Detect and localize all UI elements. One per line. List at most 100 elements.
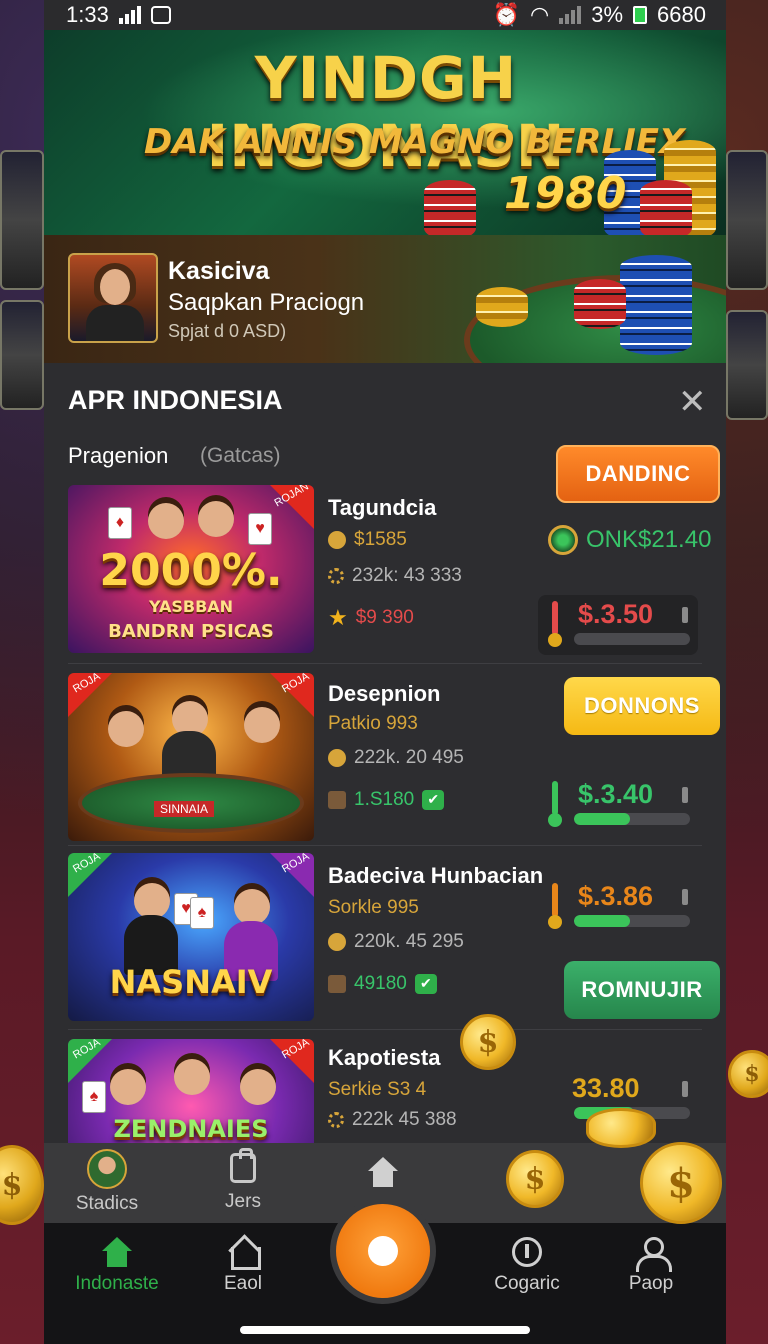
notification-icon	[150, 6, 171, 24]
promo-avatar	[68, 253, 158, 343]
thumb-big-text: NASNAIV	[109, 963, 273, 1001]
game-thumbnail[interactable]: ROJA ROJA SINNAIA	[68, 673, 314, 841]
nav-label: Paop	[628, 1273, 674, 1294]
game-line-3: 1.S180 ✔	[328, 789, 445, 811]
thermometer-icon	[552, 883, 558, 917]
person-figure	[234, 889, 270, 925]
meter-value: 33.80	[572, 1073, 640, 1103]
game-title[interactable]: Desepnion	[328, 681, 440, 707]
hand-icon	[328, 975, 346, 993]
game-thumbnail[interactable]: ROJAN ♦ ♥ 2000%. YASBBAN BANDRN PSICAS	[68, 485, 314, 653]
thumb-mid-text: YASBBAN	[148, 597, 234, 616]
nav-item-eaol[interactable]: Eaol	[188, 1237, 298, 1295]
nav-item-indonaste[interactable]: Indonaste	[62, 1237, 172, 1295]
star-icon: ★	[328, 605, 348, 630]
nav-label: Stadics	[75, 1193, 139, 1214]
coin-icon: $	[506, 1150, 564, 1208]
game-thumbnail[interactable]: ROJA ROJA ♥ ♠ NASNAIV	[68, 853, 314, 1021]
promo-subtitle: Saqpkan Praciogn	[168, 289, 365, 316]
nav-label: Eaol	[223, 1273, 263, 1294]
person-figure	[240, 1069, 276, 1105]
game-line-2: 222k 45 388	[328, 1109, 457, 1131]
game-title[interactable]: Kapotiesta	[328, 1045, 440, 1071]
coin-icon: $	[460, 1014, 516, 1070]
games-panel: APR INDONESIA ✕ Pragenion (Gatcas) ROJAN…	[44, 363, 726, 1143]
nav-item-paop[interactable]: Paop	[596, 1237, 706, 1295]
slot-machine-right	[726, 150, 768, 290]
promo-note: Spjat d 0 ASD)	[168, 321, 287, 341]
coin-icon: $	[640, 1142, 722, 1224]
check-icon: ✔	[414, 974, 437, 994]
divider	[68, 1029, 702, 1030]
coin-icon	[328, 531, 346, 549]
battery-icon	[633, 6, 648, 24]
hero-amount: 1980	[504, 168, 627, 219]
nav-item-stadics[interactable]: Stadics	[52, 1149, 162, 1215]
person-figure	[110, 1069, 146, 1105]
price-meter: $.3.86	[538, 877, 698, 937]
gear-icon	[328, 1112, 344, 1128]
center-action-button[interactable]	[330, 1198, 436, 1304]
price-meter: $.3.40	[538, 775, 698, 835]
status-right-text: 6680	[657, 2, 706, 27]
person-figure	[134, 883, 170, 919]
meter-value: $.3.40	[578, 779, 654, 809]
game-line-3: ★ $9 390	[328, 605, 414, 630]
nav-item-cogaric[interactable]: Cogaric	[472, 1237, 582, 1295]
playing-card-icon: ♠	[82, 1081, 106, 1113]
person-figure	[108, 711, 144, 747]
price-meter: $.3.50	[538, 595, 698, 655]
game-title[interactable]: Tagundcia	[328, 495, 436, 521]
chip-stack-icon	[424, 180, 476, 235]
romnujir-button[interactable]: ROMNUJIR	[564, 961, 720, 1019]
hero-subtitle: DAK ANNIS MAGNO BERLIEX	[144, 122, 686, 162]
chip-stack-icon	[574, 279, 626, 329]
home-indicator[interactable]	[240, 1326, 530, 1334]
game-thumbnail[interactable]: ROJA ROJA ♠ ZENDNAIES	[68, 1039, 314, 1143]
home-icon	[102, 1237, 132, 1267]
thumb-small-text: BANDRN PSICAS	[108, 621, 274, 642]
thumb-sign: SINNAIA	[154, 801, 215, 817]
signal-icon	[559, 6, 582, 24]
game-line-3: 49180 ✔	[328, 973, 437, 995]
meter-value: $.3.50	[578, 599, 654, 629]
battery-percent: 3%	[591, 2, 624, 27]
person-figure	[148, 503, 184, 539]
chip-stack-icon	[476, 287, 528, 327]
donnons-button[interactable]: DONNONS	[564, 677, 720, 735]
meter-value: $.3.86	[578, 881, 654, 911]
game-line-1: $1585	[328, 529, 407, 551]
status-bar: 1:33 ⏰ ◠ 3% 6680	[0, 0, 768, 30]
playing-card-icon: ♥	[248, 513, 272, 545]
coin-icon: $	[728, 1050, 768, 1098]
dandinc-button[interactable]: DANDINC	[556, 445, 720, 503]
game-line-2: 222k. 20 495	[328, 747, 464, 769]
game-title[interactable]: Badeciva Hunbacian	[328, 863, 543, 889]
nav-item-jers[interactable]: Jers	[188, 1148, 298, 1213]
meter-fill	[574, 915, 630, 927]
meter-fill	[574, 813, 630, 825]
promo-banner[interactable]: Kasiciva Saqpkan Praciogn Spjat d 0 ASD)	[44, 235, 726, 363]
profile-icon	[636, 1237, 672, 1272]
hero-banner[interactable]: YINDGH INGONASN DAK ANNIS MAGNO BERLIEX …	[44, 30, 726, 235]
check-icon: ✔	[422, 790, 445, 810]
slot-machine-left	[0, 150, 44, 290]
power-icon	[512, 1237, 542, 1267]
status-time: 1:33	[66, 2, 109, 27]
divider	[68, 845, 702, 846]
tab-gatcas[interactable]: (Gatcas)	[200, 444, 281, 468]
promo-title: Kasiciva	[168, 257, 270, 285]
coin-stack-icon	[586, 1108, 656, 1148]
radar-icon	[548, 525, 578, 555]
close-icon[interactable]: ✕	[678, 385, 707, 419]
thumb-big-text: 2000%.	[99, 545, 283, 596]
game-line-1: Sorkle 995	[328, 897, 419, 918]
divider	[68, 663, 702, 664]
thermometer-icon	[552, 781, 558, 815]
game-line-2: 232k: 43 333	[328, 565, 462, 587]
gear-icon	[328, 568, 344, 584]
nav-item-home[interactable]	[328, 1157, 438, 1193]
tab-pragenion[interactable]: Pragenion	[68, 443, 168, 469]
avatar-icon	[87, 1149, 127, 1189]
bag-icon	[230, 1148, 256, 1183]
